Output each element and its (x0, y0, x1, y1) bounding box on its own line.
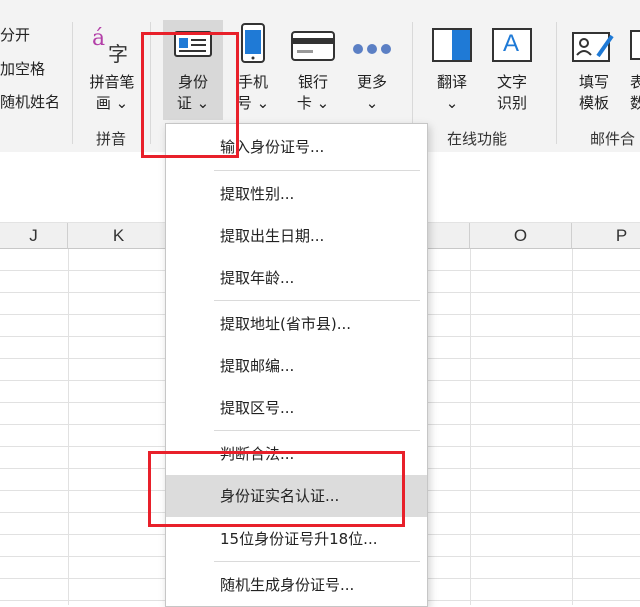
phone-button[interactable]: 手机 号 ⌄ (228, 72, 278, 114)
pinyin-icon: á 字 (92, 26, 128, 66)
menu-separator (214, 300, 420, 301)
group-label-mail-merge: 邮件合 (590, 130, 636, 148)
menu-separator (214, 430, 420, 431)
fill-template-button[interactable]: 填写 模板 (566, 72, 622, 114)
ocr-icon: A (492, 28, 532, 62)
menu-item-input-id[interactable]: 输入身份证号... (166, 126, 427, 168)
menu-item-extract-address[interactable]: 提取地址(省市县)... (166, 303, 427, 345)
column-header-o[interactable]: O (470, 223, 572, 249)
menu-item-extract-postcode[interactable]: 提取邮编... (166, 345, 427, 387)
more-dots-icon (352, 40, 392, 59)
partial-icon (630, 30, 640, 60)
partial-button[interactable]: 表 数 (630, 72, 640, 114)
menu-item-extract-age[interactable]: 提取年龄... (166, 257, 427, 299)
more-button[interactable]: 更多 ⌄ (346, 72, 398, 114)
menu-item-extract-gender[interactable]: 提取性别... (166, 173, 427, 215)
menu-item-random-generate[interactable]: 随机生成身份证号... (166, 564, 427, 606)
column-header-p[interactable]: P (572, 223, 640, 249)
idcard-button[interactable]: 身份 证 ⌄ (163, 72, 223, 114)
menu-separator (214, 170, 420, 171)
ribbon-separator (556, 22, 557, 144)
translate-icon (432, 28, 472, 66)
add-space-item[interactable]: 加空格 (0, 58, 45, 79)
group-label-online: 在线功能 (447, 130, 508, 148)
menu-item-extract-birthdate[interactable]: 提取出生日期... (166, 215, 427, 257)
column-header-k[interactable]: K (68, 223, 170, 249)
menu-item-extract-area-code[interactable]: 提取区号... (166, 387, 427, 429)
fill-template-icon (572, 30, 616, 68)
menu-item-validate[interactable]: 判断合法... (166, 433, 427, 475)
idcard-dropdown-menu: 输入身份证号... 提取性别... 提取出生日期... 提取年龄... 提取地址… (165, 123, 428, 607)
ribbon-separator (72, 22, 73, 144)
translate-button[interactable]: 翻译 ⌄ (426, 72, 478, 114)
idcard-icon (174, 30, 212, 62)
split-item[interactable]: 分开 (0, 24, 30, 45)
pinyin-button[interactable]: 拼音笔 画 ⌄ (80, 72, 144, 114)
menu-item-realname-verify[interactable]: 身份证实名认证... (166, 475, 427, 517)
grid-line (470, 249, 471, 605)
column-header-j[interactable]: J (0, 223, 68, 249)
bank-card-icon (291, 31, 335, 65)
grid-line (572, 249, 573, 605)
ribbon-separator (150, 22, 151, 144)
menu-separator (214, 561, 420, 562)
random-name-item[interactable]: 随机姓名 (0, 91, 60, 112)
menu-item-upgrade-15-to-18[interactable]: 15位身份证号升18位... (166, 518, 427, 560)
grid-line (68, 249, 69, 605)
ocr-button[interactable]: 文字 识别 (486, 72, 538, 114)
group-label-pinyin: 拼音 (96, 130, 127, 148)
phone-icon (240, 22, 266, 68)
bank-card-button[interactable]: 银行 卡 ⌄ (287, 72, 339, 114)
